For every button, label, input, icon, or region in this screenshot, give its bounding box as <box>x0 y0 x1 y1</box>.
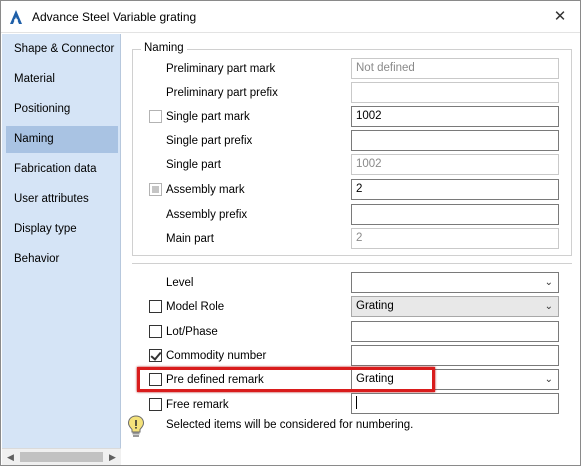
single-part-mark-input[interactable]: 1002 <box>351 106 559 127</box>
free-remark-label: Free remark <box>166 399 229 411</box>
sidebar-item-user-attributes[interactable]: User attributes <box>6 186 118 213</box>
single-part-mark-checkbox[interactable] <box>149 110 162 123</box>
preliminary-part-prefix-field <box>351 82 559 103</box>
single-part-prefix-label: Single part prefix <box>166 135 253 147</box>
window-title: Variable grating <box>113 10 197 24</box>
main-part-field: 2 <box>351 228 559 249</box>
sidebar-horizontal-scrollbar[interactable]: ◀ ▶ <box>2 448 121 465</box>
sidebar-item-shape-connector[interactable]: Shape & Connector <box>6 36 118 63</box>
single-part-prefix-input[interactable] <box>351 130 559 151</box>
single-part-label: Single part <box>166 159 221 171</box>
chevron-down-icon: ⌄ <box>544 301 553 312</box>
advance-steel-logo-icon <box>10 10 22 24</box>
lot-phase-checkbox[interactable] <box>149 325 162 338</box>
scroll-left-icon[interactable]: ◀ <box>2 449 19 465</box>
free-remark-checkbox[interactable] <box>149 398 162 411</box>
dialog-window: Advance Steel Variable grating ✕ Shape &… <box>0 0 581 466</box>
lot-phase-input[interactable] <box>351 321 559 342</box>
main-part-label: Main part <box>166 233 214 245</box>
commodity-number-label: Commodity number <box>166 350 267 362</box>
assembly-prefix-label: Assembly prefix <box>166 209 248 221</box>
sidebar-item-fabrication-data[interactable]: Fabrication data <box>6 156 118 183</box>
sidebar-item-positioning[interactable]: Positioning <box>6 96 118 123</box>
commodity-number-checkbox[interactable] <box>149 349 162 362</box>
red-highlight-box <box>137 367 435 392</box>
naming-group-title: Naming <box>141 42 187 54</box>
app-title: Advance Steel <box>32 10 110 24</box>
model-role-checkbox[interactable] <box>149 300 162 313</box>
sidebar-item-naming[interactable]: Naming <box>6 126 118 153</box>
free-remark-input[interactable] <box>351 393 559 414</box>
lot-phase-label: Lot/Phase <box>166 326 218 338</box>
assembly-mark-checkbox[interactable] <box>149 183 162 196</box>
assembly-mark-input[interactable]: 2 <box>351 179 559 200</box>
text-caret <box>356 396 357 409</box>
preliminary-part-mark-label: Preliminary part mark <box>166 63 276 75</box>
level-label: Level <box>166 277 194 289</box>
lightbulb-icon <box>127 415 145 437</box>
assembly-mark-label: Assembly mark <box>166 184 245 196</box>
assembly-prefix-input[interactable] <box>351 204 559 225</box>
sidebar-item-behavior[interactable]: Behavior <box>6 246 118 273</box>
sidebar-item-display-type[interactable]: Display type <box>6 216 118 243</box>
preliminary-part-mark-field: Not defined <box>351 58 559 79</box>
chevron-down-icon: ⌄ <box>544 277 553 288</box>
single-part-mark-label: Single part mark <box>166 111 250 123</box>
model-role-label: Model Role <box>166 301 225 313</box>
single-part-field: 1002 <box>351 154 559 175</box>
scroll-right-icon[interactable]: ▶ <box>104 449 121 465</box>
sidebar-item-material[interactable]: Material <box>6 66 118 93</box>
commodity-number-input[interactable] <box>351 345 559 366</box>
chevron-down-icon: ⌄ <box>544 374 553 385</box>
model-role-select-value: Grating <box>356 300 394 312</box>
scrollbar-thumb[interactable] <box>20 452 103 462</box>
sidebar: Shape & Connector Material Positioning N… <box>2 34 121 448</box>
preliminary-part-prefix-label: Preliminary part prefix <box>166 87 278 99</box>
section-divider <box>132 263 572 264</box>
hint-text: Selected items will be considered for nu… <box>166 419 414 431</box>
close-icon: ✕ <box>553 8 567 25</box>
level-select[interactable]: ⌄ <box>351 272 559 293</box>
model-role-select[interactable]: Grating ⌄ <box>351 296 559 317</box>
title-bar: Advance Steel Variable grating ✕ <box>1 1 580 33</box>
close-button[interactable]: ✕ <box>548 6 572 28</box>
